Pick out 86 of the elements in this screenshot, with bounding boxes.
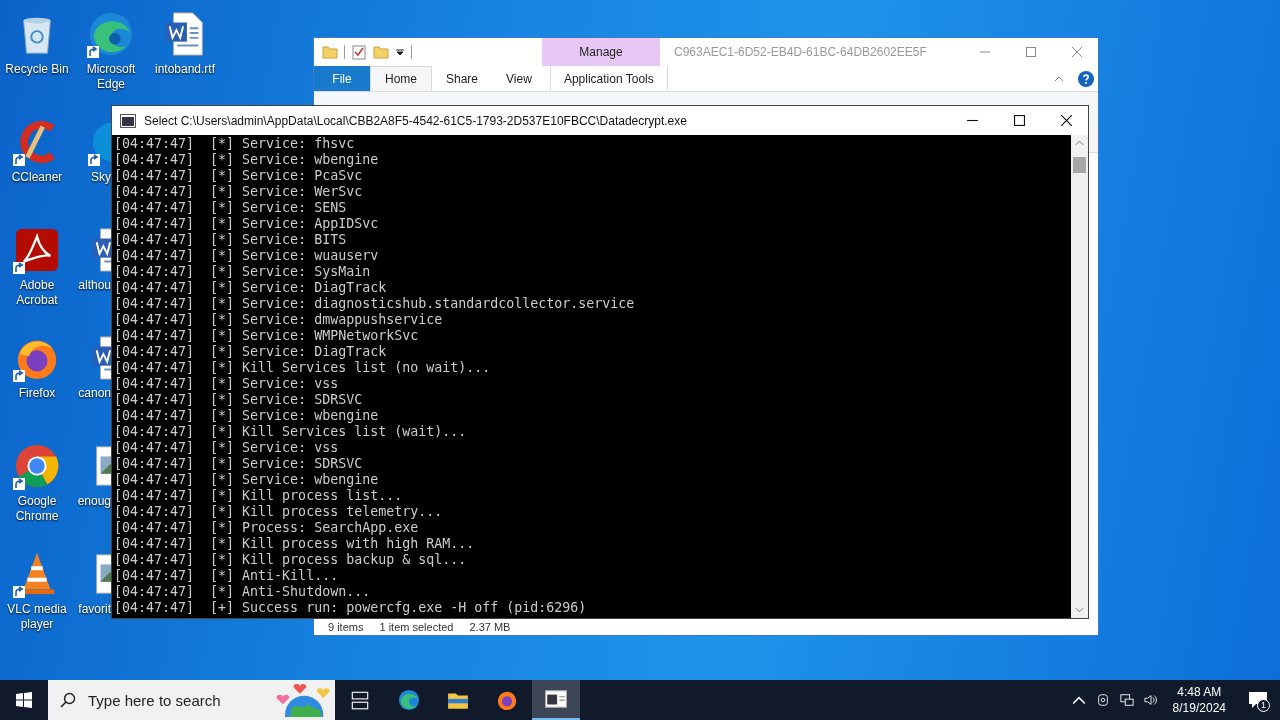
maximize-icon[interactable] [1014,115,1025,126]
desktop-icon-label[interactable]: CCleaner [0,170,74,185]
desktop-icon-label[interactable]: althou [74,278,111,293]
console-line: [04:47:47] [*] Anti-Kill... [114,568,340,584]
console-line: [04:47:47] [*] Service: dmwappushservice [114,312,444,328]
console-line: [04:47:47] [*] Service: SENS [114,200,348,216]
desktop-icon-label[interactable]: VLC media player [0,602,74,632]
dropdown-caret-icon[interactable] [395,47,405,57]
shortcut-arrow-icon [88,154,100,166]
desktop-icon-label[interactable]: favorit [74,602,111,617]
console-line: [04:47:47] [*] Kill process backup & sql... [114,552,468,568]
console-line: [04:47:47] [*] Kill process with high RAM... [114,536,476,552]
shortcut-arrow-icon [13,586,25,598]
help-icon[interactable] [1078,70,1094,87]
console-line: [04:47:47] [*] Anti-Shutdown... [114,584,372,600]
edge-icon[interactable] [88,11,134,57]
console-line: [04:47:47] [*] Service: BITS [114,232,348,248]
console-line: [04:47:47] [*] Service: vss [114,376,340,392]
desktop-icon-label[interactable]: Microsoft Edge [74,62,148,92]
console-line: [04:47:47] [*] Service: wbengine [114,472,380,488]
console-line: [04:47:47] [*] Kill Services list (no wait)... [114,360,492,376]
firefox-icon[interactable] [496,689,518,711]
shortcut-arrow-icon [87,46,99,58]
collapse-ribbon-icon[interactable] [1054,75,1064,82]
desktop-icon-label[interactable]: enoug [74,494,111,509]
item-count: 9 items [328,621,364,633]
close-icon[interactable] [1061,115,1072,126]
taskbar-app-button[interactable] [532,680,580,720]
console-line: [04:47:47] [*] Service: wbengine [114,408,380,424]
shortcut-arrow-icon [13,370,25,382]
console-line: [04:47:47] [*] Kill process telemetry... [114,504,444,520]
task-view-icon[interactable] [349,689,371,711]
console-line: [04:47:47] [*] Service: vss [114,440,340,456]
selection-size: 2.37 MB [469,621,511,633]
console-line: [04:47:47] [*] Service: WMPNetworkSvc [114,328,420,344]
desktop-icon-label[interactable]: canon [74,386,111,401]
console-line: [04:47:47] [*] Service: WerSvc [114,184,364,200]
scrollbar[interactable] [1071,135,1088,618]
desktop-icon-label[interactable]: Firefox [0,386,74,401]
properties-icon[interactable] [351,44,367,60]
edge-icon[interactable] [398,689,420,711]
console-line: [04:47:47] [*] Kill process list... [114,488,404,504]
network-icon[interactable] [1119,693,1134,707]
desktop-icon-label[interactable]: Google Chrome [0,494,74,524]
speaker-icon[interactable] [1143,693,1158,707]
desktop-icon-label[interactable]: Adobe Acrobat [0,278,74,308]
clock-date[interactable]: 8/19/2024 [1172,700,1226,716]
console-line: [04:47:47] [*] Service: SDRSVC [114,456,364,472]
console-line: [04:47:47] [*] Service: SDRSVC [114,392,364,408]
notification-count: 1 [1257,699,1270,712]
shortcut-arrow-icon [13,478,25,490]
console-line: [04:47:47] [*] Service: diagnosticshub.standardcollector.service [114,296,636,312]
shortcut-arrow-icon [13,154,25,166]
ribbon-tab[interactable]: Application Tools [549,66,668,91]
selection-count: 1 item selected [379,621,454,633]
search-field[interactable]: Type here to search [86,690,270,710]
window-title: Select C:\Users\admin\AppData\Local\CBB2A8F5-4542-61C5-1793-2D537E10FBCC\Datadecrypt.exe [144,113,687,128]
device-icon[interactable] [1095,693,1110,707]
acrobat-icon[interactable] [14,227,60,273]
window-title: C963AEC1-6D52-EB4D-61BC-64DB2602EE5F [674,45,927,59]
console-line: [04:47:47] [*] Kill Services list (wait)... [114,424,468,440]
ribbon-tab[interactable]: File [314,66,370,91]
search-icon [60,692,76,708]
console-window-icon[interactable] [545,688,567,710]
ribbon-tab[interactable]: Home [370,66,432,91]
console-line: [04:47:47] [*] Service: SysMain [114,264,372,280]
desktop-icon-label[interactable]: Recycle Bin [0,62,74,77]
chrome-icon[interactable] [14,443,60,489]
console-app-icon [120,113,136,128]
console-line: [04:47:47] [*] Service: PcaSvc [114,168,364,184]
windows-start-icon[interactable] [16,692,32,708]
search-box[interactable]: Type here to search [48,680,335,720]
console-line: [04:47:47] [*] Service: fhsvc [114,136,356,152]
console-line: [04:47:47] [*] Service: wbengine [114,152,380,168]
console-line: [04:47:47] [*] Service: AppIDSvc [114,216,380,232]
context-tab-header: Manage [542,38,660,66]
shortcut-arrow-icon [13,262,25,274]
clock-time[interactable]: 4:48 AM [1177,684,1222,700]
scrollbar-thumb[interactable] [1073,157,1086,173]
desktop-icon-label[interactable]: intoband.rtf [148,62,222,77]
console-line: [04:47:47] [*] Service: DiagTrack [114,280,388,296]
console-line: [04:47:47] [*] Process: SearchApp.exe [114,520,420,536]
desktop-icon-label[interactable]: Sky [74,170,111,185]
console-line: [04:47:47] [+] Success run: powercfg.exe -H off (pid:6296) [114,600,588,616]
console-line: [04:47:47] [*] Service: DiagTrack [114,344,388,360]
console-line: [04:47:47] [*] Service: wuauserv [114,248,380,264]
